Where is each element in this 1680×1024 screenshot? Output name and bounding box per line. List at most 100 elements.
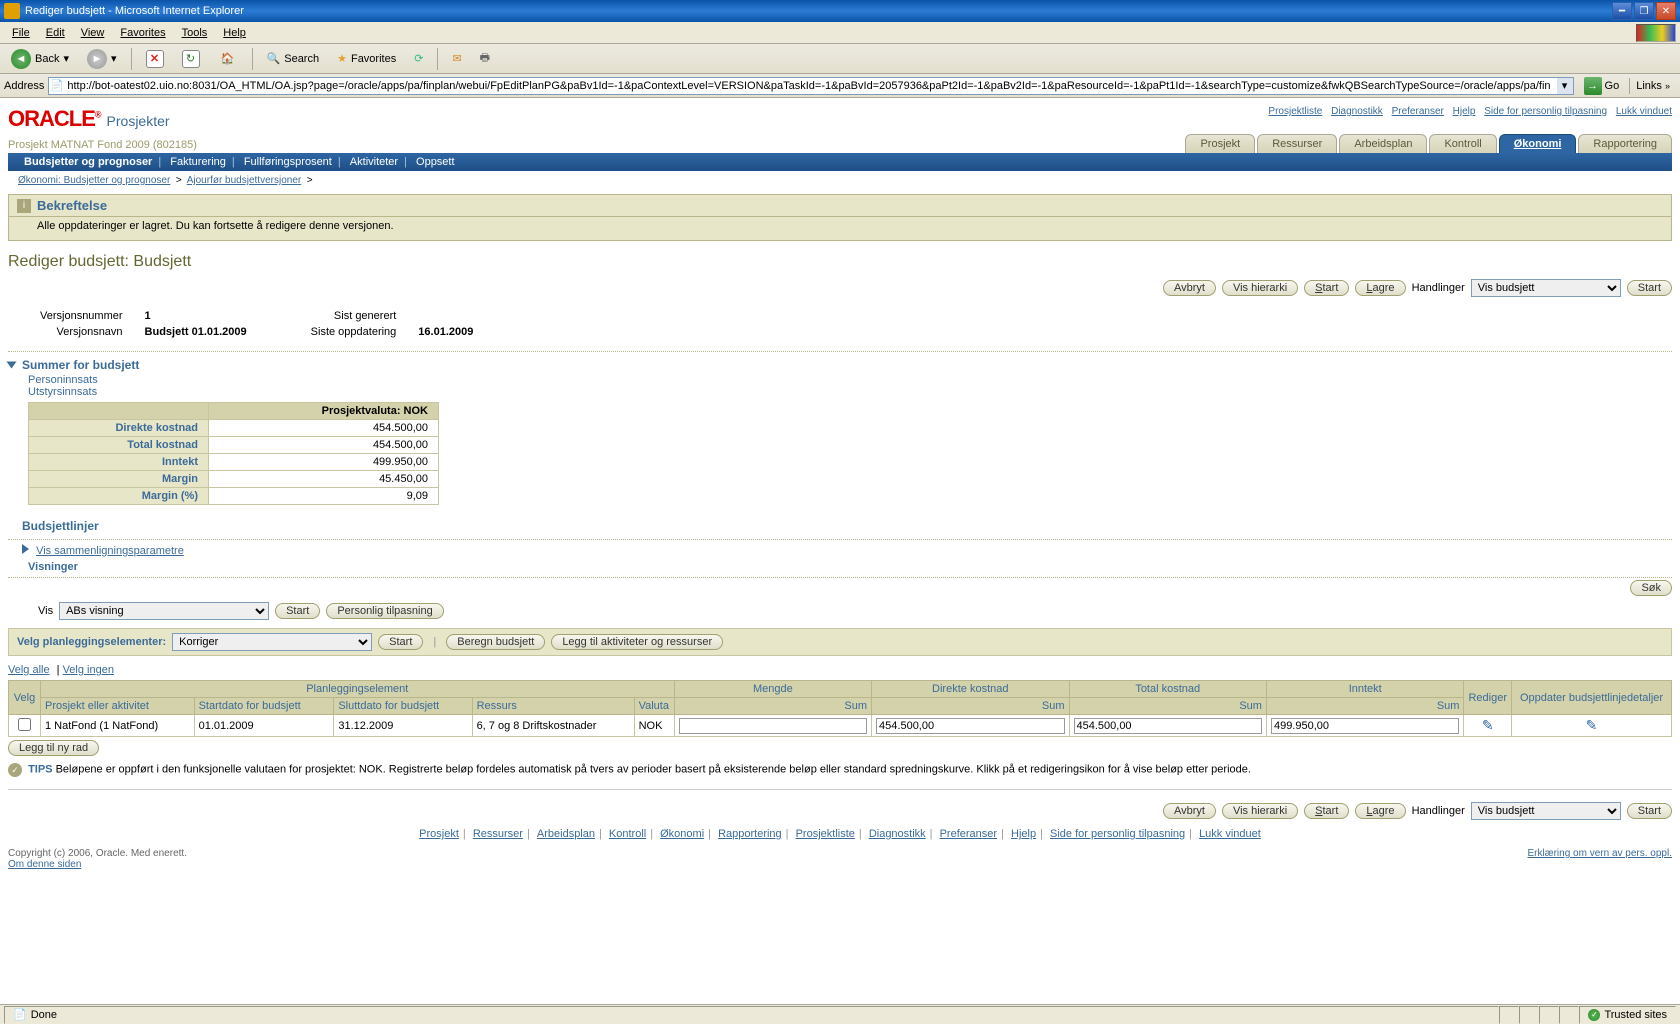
breadcrumb-1[interactable]: Økonomi: Budsjetter og prognoser <box>18 175 170 186</box>
tab-okonomi[interactable]: Økonomi <box>1499 134 1577 153</box>
input-direkte[interactable] <box>876 718 1064 734</box>
f-prosjektliste[interactable]: Prosjektliste <box>796 828 855 840</box>
col-total-sum[interactable]: Sum <box>1069 698 1266 715</box>
vis-hierarki-button[interactable]: Vis hierarki <box>1222 280 1298 296</box>
minimize-button[interactable]: ━ <box>1612 2 1632 20</box>
link-personlig-tilpasning[interactable]: Side for personlig tilpasning <box>1484 106 1607 117</box>
link-diagnostikk[interactable]: Diagnostikk <box>1331 106 1383 117</box>
edit-icon[interactable]: ✎ <box>1482 717 1494 733</box>
subnav-aktiviteter[interactable]: Aktiviteter <box>344 156 404 168</box>
start-action-button[interactable]: Start <box>1627 280 1672 296</box>
start-button-2[interactable]: Start <box>1304 803 1349 819</box>
f-hjelp[interactable]: Hjelp <box>1011 828 1036 840</box>
f-lukk[interactable]: Lukk vinduet <box>1199 828 1261 840</box>
favorites-button[interactable]: ★ Favorites <box>330 48 403 69</box>
vis-start-button[interactable]: Start <box>275 603 320 619</box>
link-preferanser[interactable]: Preferanser <box>1392 106 1444 117</box>
col-slutt[interactable]: Sluttdato for budsjett <box>334 698 472 715</box>
subnav-budsjetter[interactable]: Budsjetter og prognoser <box>18 156 158 168</box>
search-button[interactable]: 🔍 Search <box>260 48 327 69</box>
link-hjelp[interactable]: Hjelp <box>1453 106 1476 117</box>
f-arbeidsplan[interactable]: Arbeidsplan <box>537 828 595 840</box>
input-total[interactable] <box>1074 718 1262 734</box>
input-mengde[interactable] <box>679 718 867 734</box>
col-direkte-sum[interactable]: Sum <box>872 698 1069 715</box>
start-button[interactable]: Start <box>1304 280 1349 296</box>
legg-aktiviteter-button[interactable]: Legg til aktiviteter og ressurser <box>551 634 723 650</box>
handlinger-select[interactable]: Vis budsjett <box>1471 279 1621 297</box>
tab-prosjekt[interactable]: Prosjekt <box>1185 134 1255 153</box>
close-button[interactable]: ✕ <box>1656 2 1676 20</box>
summary-heading[interactable]: Summer for budsjett <box>8 352 1672 374</box>
f-diagnostikk[interactable]: Diagnostikk <box>869 828 926 840</box>
col-prosjekt[interactable]: Prosjekt eller aktivitet <box>41 698 195 715</box>
go-button[interactable]: → Go <box>1578 75 1626 97</box>
print-button[interactable]: 🖶 <box>473 45 497 72</box>
input-inntekt[interactable] <box>1271 718 1460 734</box>
col-inntekt-sum[interactable]: Sum <box>1266 698 1464 715</box>
subnav-fullforing[interactable]: Fullføringsprosent <box>238 156 338 168</box>
tab-arbeidsplan[interactable]: Arbeidsplan <box>1339 134 1427 153</box>
home-button[interactable]: 🏠 <box>211 45 245 73</box>
stop-button[interactable]: ✕ <box>139 46 171 72</box>
compare-link[interactable]: Vis sammenligningsparametre <box>36 545 184 557</box>
update-details-icon[interactable]: ✎ <box>1586 717 1598 733</box>
address-dropdown-icon[interactable]: ▾ <box>1557 78 1573 94</box>
tab-kontroll[interactable]: Kontroll <box>1429 134 1496 153</box>
breadcrumb-2[interactable]: Ajourfør budsjettversjoner <box>187 175 302 186</box>
link-prosjektliste[interactable]: Prosjektliste <box>1268 106 1322 117</box>
avbryt-button-2[interactable]: Avbryt <box>1163 803 1216 819</box>
f-preferanser[interactable]: Preferanser <box>940 828 997 840</box>
f-kontroll[interactable]: Kontroll <box>609 828 646 840</box>
col-start[interactable]: Startdato for budsjett <box>194 698 334 715</box>
sok-button[interactable]: Søk <box>1630 580 1672 596</box>
menu-edit[interactable]: Edit <box>38 25 73 41</box>
menu-favorites[interactable]: Favorites <box>112 25 173 41</box>
col-valuta[interactable]: Valuta <box>634 698 674 715</box>
menu-help[interactable]: Help <box>215 25 254 41</box>
col-mengde-sum[interactable]: Sum <box>674 698 871 715</box>
history-button[interactable]: ⟳ <box>407 48 430 69</box>
expand-icon[interactable] <box>22 544 29 554</box>
personlig-tilpasning-button[interactable]: Personlig tilpasning <box>326 603 443 619</box>
menu-tools[interactable]: Tools <box>174 25 216 41</box>
f-prosjekt[interactable]: Prosjekt <box>419 828 459 840</box>
lagre-button-2[interactable]: Lagre <box>1355 803 1405 819</box>
f-okonomi[interactable]: Økonomi <box>660 828 704 840</box>
f-personlig[interactable]: Side for personlig tilpasning <box>1050 828 1185 840</box>
vis-select[interactable]: ABs visning <box>59 602 269 620</box>
subnav-oppsett[interactable]: Oppsett <box>410 156 461 168</box>
avbryt-button[interactable]: Avbryt <box>1163 280 1216 296</box>
footer-links: Prosjekt| Ressurser| Arbeidsplan| Kontro… <box>8 824 1672 844</box>
tab-rapportering[interactable]: Rapportering <box>1578 134 1672 153</box>
handlinger-select-2[interactable]: Vis budsjett <box>1471 802 1621 820</box>
menu-file[interactable]: File <box>4 25 38 41</box>
subnav-fakturering[interactable]: Fakturering <box>164 156 232 168</box>
beregn-budsjett-button[interactable]: Beregn budsjett <box>446 634 545 650</box>
vis-hierarki-button-2[interactable]: Vis hierarki <box>1222 803 1298 819</box>
velg-alle-link[interactable]: Velg alle <box>8 664 50 676</box>
tab-ressurser[interactable]: Ressurser <box>1257 134 1337 153</box>
start-action-button-2[interactable]: Start <box>1627 803 1672 819</box>
about-link[interactable]: Om denne siden <box>8 859 81 870</box>
forward-button[interactable]: ► ▾ <box>80 45 124 73</box>
row-checkbox[interactable] <box>18 718 31 731</box>
maximize-button[interactable]: ❐ <box>1634 2 1654 20</box>
mail-button[interactable]: ✉ <box>445 48 468 69</box>
velg-start-button[interactable]: Start <box>378 634 423 650</box>
links-label[interactable]: Links » <box>1629 78 1676 94</box>
menu-view[interactable]: View <box>73 25 113 41</box>
velg-ingen-link[interactable]: Velg ingen <box>63 664 114 676</box>
legg-til-ny-rad-button[interactable]: Legg til ny rad <box>8 740 99 756</box>
f-rapportering[interactable]: Rapportering <box>718 828 782 840</box>
velg-plan-select[interactable]: Korriger <box>172 633 372 651</box>
back-button[interactable]: ◄ Back ▾ <box>4 45 76 73</box>
link-lukk-vinduet[interactable]: Lukk vinduet <box>1616 106 1672 117</box>
f-ressurser[interactable]: Ressurser <box>473 828 523 840</box>
privacy-link[interactable]: Erklæring om vern av pers. oppl. <box>1527 848 1672 870</box>
lagre-button[interactable]: Lagre <box>1355 280 1405 296</box>
refresh-button[interactable]: ↻ <box>175 46 207 72</box>
app-name: Prosjekter <box>107 113 170 129</box>
address-input[interactable] <box>48 77 1573 95</box>
col-ressurs[interactable]: Ressurs <box>472 698 634 715</box>
